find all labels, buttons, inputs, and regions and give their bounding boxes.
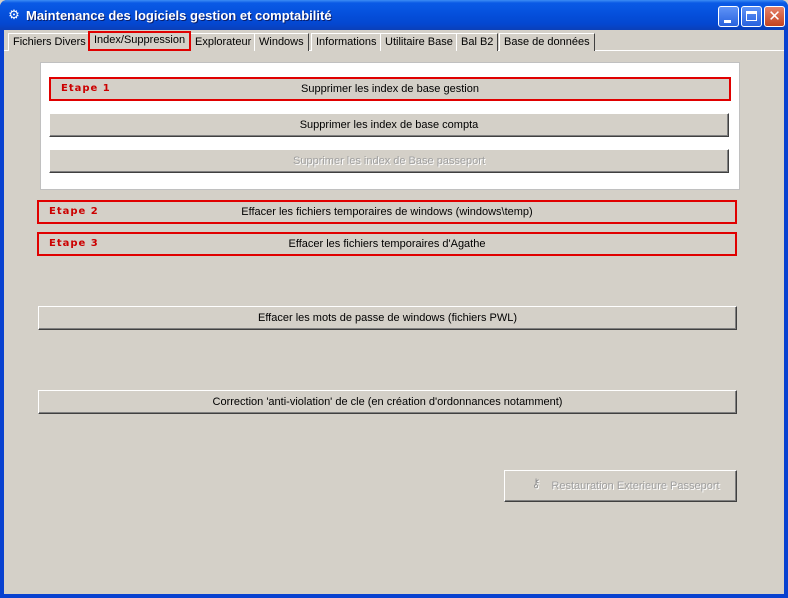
button-label: Effacer les fichiers temporaires d'Agath… xyxy=(288,238,486,250)
minimize-button[interactable] xyxy=(718,6,739,27)
effacer-temp-agathe-button[interactable]: Etape 3 Effacer les fichiers temporaires… xyxy=(37,232,737,256)
tab-bal-b2[interactable]: Bal B2 xyxy=(456,33,499,51)
tab-index-suppression[interactable]: Index/Suppression xyxy=(88,31,192,51)
maximize-icon xyxy=(746,11,757,21)
tab-informations[interactable]: Informations xyxy=(311,33,382,51)
effacer-temp-windows-button[interactable]: Etape 2 Effacer les fichiers temporaires… xyxy=(37,200,737,224)
supprimer-index-gestion-button[interactable]: Etape 1 Supprimer les index de base gest… xyxy=(49,77,731,101)
correction-anti-violation-button[interactable]: Correction 'anti-violation' de cle (en c… xyxy=(38,390,737,414)
tab-fichiers-divers[interactable]: Fichiers Divers xyxy=(8,33,91,51)
button-label: Correction 'anti-violation' de cle (en c… xyxy=(212,396,563,408)
effacer-mots-de-passe-button[interactable]: Effacer les mots de passe de windows (fi… xyxy=(38,306,737,330)
title-bar[interactable]: ⚙ Maintenance des logiciels gestion et c… xyxy=(0,0,788,30)
step-label: Etape 1 xyxy=(61,83,111,94)
supprimer-index-passeport-button: Supprimer les index de Base passeport xyxy=(49,149,729,173)
index-group-panel: Etape 1 Supprimer les index de base gest… xyxy=(40,62,740,190)
button-label: Supprimer les index de base compta xyxy=(299,119,479,131)
window-title: Maintenance des logiciels gestion et com… xyxy=(26,8,332,23)
restauration-passeport-button: ⚷ Restauration Exterieure Passeport xyxy=(504,470,737,502)
tab-windows[interactable]: Windows xyxy=(254,33,309,51)
button-label: Supprimer les index de base gestion xyxy=(301,83,479,95)
tab-explorateur[interactable]: Explorateur xyxy=(190,33,257,51)
close-button[interactable]: ✕ xyxy=(764,6,785,27)
button-label: Effacer les fichiers temporaires de wind… xyxy=(241,206,533,218)
close-icon: ✕ xyxy=(768,8,781,25)
key-icon: ⚷ xyxy=(531,476,541,490)
gear-icon[interactable]: ⚙ xyxy=(7,8,21,22)
tab-utilitaire-base[interactable]: Utilitaire Base xyxy=(380,33,458,51)
button-label: Restauration Exterieure Passeport xyxy=(551,480,720,492)
maximize-button[interactable] xyxy=(741,6,762,27)
step-label: Etape 3 xyxy=(49,238,99,249)
minimize-icon xyxy=(724,20,731,23)
supprimer-index-compta-button[interactable]: Supprimer les index de base compta xyxy=(49,113,729,137)
client-area: Fichiers Divers Index/Suppression Explor… xyxy=(4,30,784,594)
step-label: Etape 2 xyxy=(49,206,99,217)
application-window: ⚙ Maintenance des logiciels gestion et c… xyxy=(0,0,788,598)
tab-base-de-donnees[interactable]: Base de données xyxy=(499,33,595,51)
button-label: Effacer les mots de passe de windows (fi… xyxy=(257,312,517,324)
button-label: Supprimer les index de Base passeport xyxy=(293,155,485,167)
